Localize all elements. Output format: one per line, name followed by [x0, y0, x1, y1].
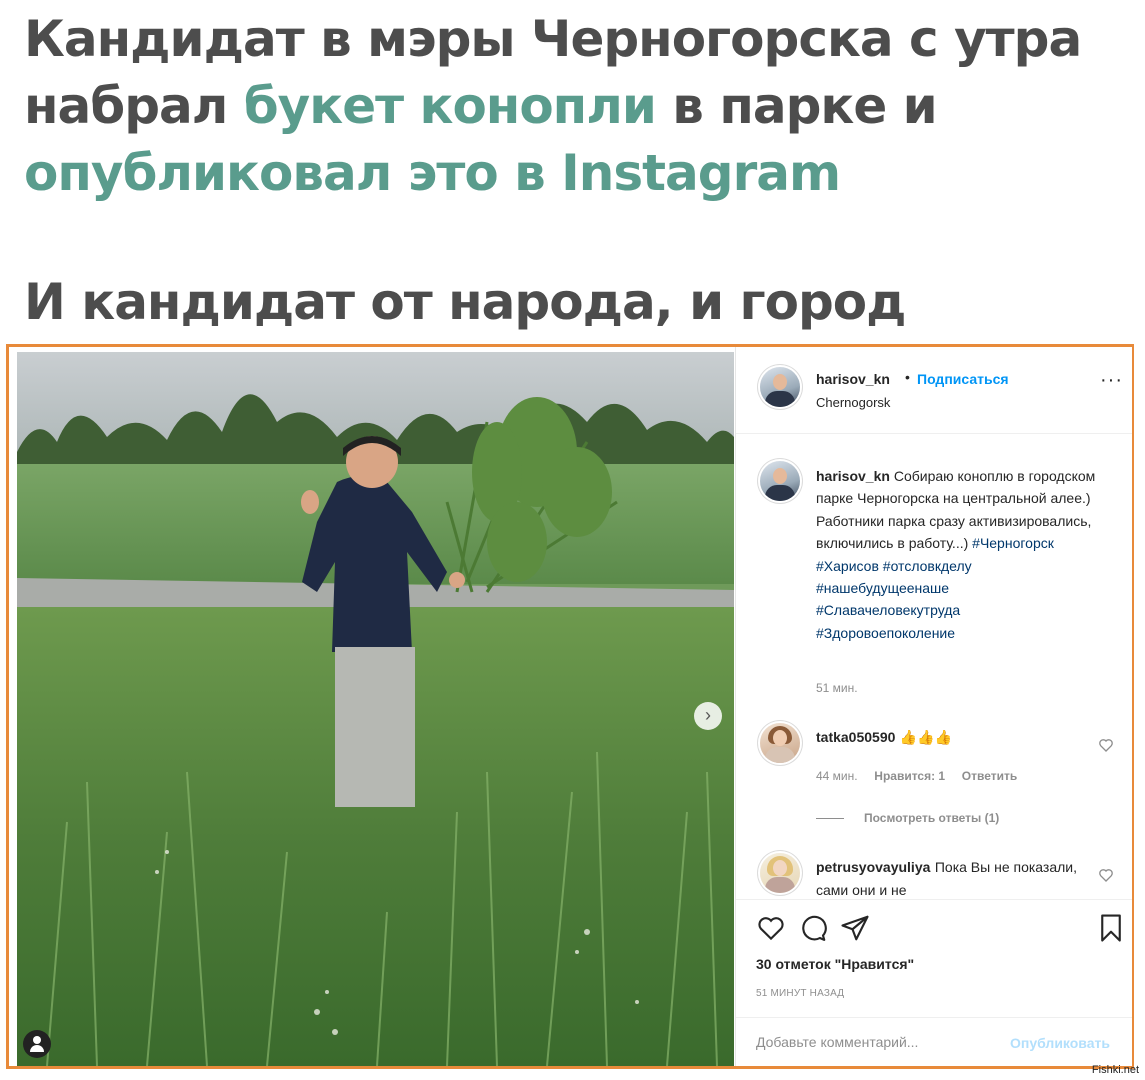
comment-icon[interactable] [798, 913, 828, 943]
hashtag[interactable]: #Черногорск [972, 535, 1054, 551]
caption-time: 51 мин. [816, 681, 858, 695]
divider [736, 899, 1132, 900]
author-username[interactable]: harisov_kn [816, 371, 890, 387]
comment-username[interactable]: petrusyovayuliya [816, 859, 930, 875]
comment: tatka050590 👍👍👍 [816, 729, 1086, 747]
like-comment-icon[interactable] [1098, 867, 1114, 883]
divider [736, 433, 1132, 434]
commenter-avatar[interactable] [760, 853, 800, 893]
add-comment-input[interactable] [756, 1034, 996, 1050]
comment-meta: 44 мин. Нравится: 1 Ответить [816, 769, 1017, 783]
like-comment-icon[interactable] [1098, 737, 1114, 753]
view-replies-button[interactable]: Посмотреть ответы (1) [816, 811, 999, 825]
comment-text: 👍👍👍 [899, 729, 953, 745]
hashtag[interactable]: #Харисов [816, 558, 879, 574]
post-frame: › harisov_kn • Подписаться Chernogorsk ·… [6, 344, 1134, 1069]
post-time: 51 МИНУТ НАЗАД [756, 988, 845, 999]
watermark: Fishki.net [1091, 1064, 1139, 1076]
author-avatar[interactable] [760, 367, 800, 407]
post-caption: harisov_kn Собираю коноплю в городском п… [816, 465, 1121, 644]
caption-avatar[interactable] [760, 461, 800, 501]
comment-time: 44 мин. [816, 769, 858, 783]
tagged-users-icon[interactable] [23, 1030, 51, 1058]
headline: Кандидат в мэры Черногорска с утра набра… [24, 6, 1124, 207]
commenter-avatar[interactable] [760, 723, 800, 763]
separator-dot: • [905, 369, 910, 385]
caption-username[interactable]: harisov_kn [816, 468, 890, 484]
headline-part: в парке и [655, 77, 937, 135]
comment-username[interactable]: tatka050590 [816, 729, 895, 745]
comment: petrusyovayuliya Пока Вы не показали, са… [816, 856, 1086, 896]
post-photo-illustration [17, 352, 734, 1066]
hashtag[interactable]: #Здоровоепоколение [816, 625, 955, 641]
hashtag[interactable]: #Славачеловекутруда [816, 602, 960, 618]
comment-likes[interactable]: Нравится: 1 [874, 769, 945, 783]
divider [736, 1017, 1132, 1018]
hashtag[interactable]: #нашебудущеенаше [816, 580, 949, 596]
headline-accent: букет конопли [243, 77, 657, 135]
bookmark-icon[interactable] [1096, 913, 1126, 943]
next-photo-button[interactable]: › [694, 702, 722, 730]
post-location[interactable]: Chernogorsk [816, 395, 890, 410]
likes-count[interactable]: 30 отметок "Нравится" [756, 956, 914, 972]
headline-accent: опубликовал это в Instagram [24, 144, 841, 202]
more-options-icon[interactable]: ··· [1100, 370, 1123, 390]
post-photo: › [17, 352, 734, 1066]
publish-button[interactable]: Опубликовать [1010, 1035, 1110, 1051]
reply-button[interactable]: Ответить [962, 769, 1017, 783]
follow-button[interactable]: Подписаться [917, 371, 1009, 387]
heart-icon[interactable] [756, 913, 786, 943]
hashtag[interactable]: #отсловкделу [883, 558, 972, 574]
post-sidebar: harisov_kn • Подписаться Chernogorsk ···… [735, 347, 1132, 1066]
share-icon[interactable] [840, 913, 870, 943]
